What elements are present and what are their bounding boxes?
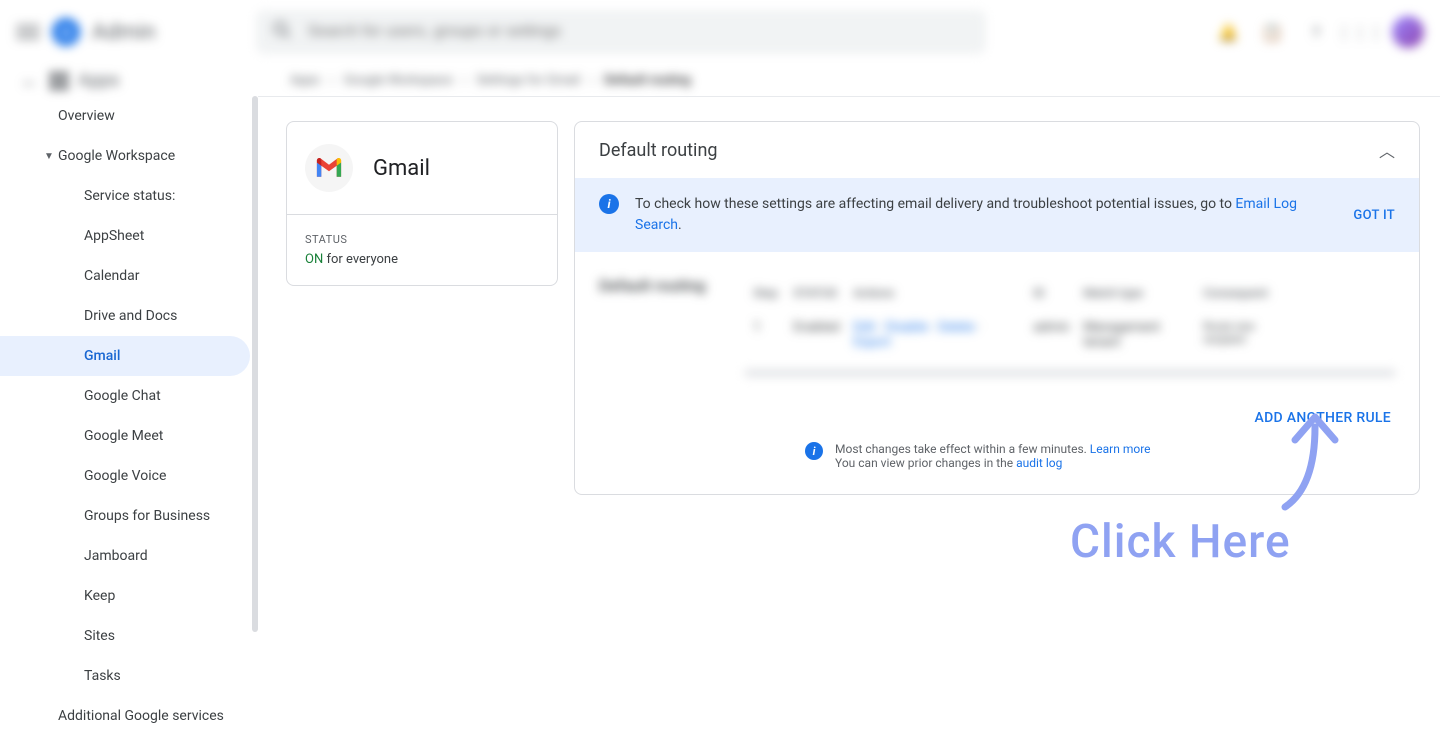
crumb[interactable]: Google Workspace xyxy=(344,73,453,88)
got-it-button[interactable]: GOT IT xyxy=(1353,208,1395,223)
search-input[interactable] xyxy=(308,23,970,41)
table-row[interactable]: 1 Enabled Edit · Disable · Delete · Expo… xyxy=(745,310,1395,360)
panel-title: Default routing xyxy=(599,140,718,161)
admin-logo-icon: ⚙ xyxy=(52,18,80,46)
gmail-icon xyxy=(305,144,353,192)
sidebar-item-groups[interactable]: Groups for Business xyxy=(0,496,250,536)
chevron-up-icon: ︿ xyxy=(1379,138,1395,162)
rules-table: Step STATUS Actions ID Match type Conseq… xyxy=(745,276,1395,376)
product-name: Admin xyxy=(92,20,156,45)
info-icon: i xyxy=(805,442,823,460)
sidebar-item-chat[interactable]: Google Chat xyxy=(0,376,250,416)
status-value: ON for everyone xyxy=(305,252,539,267)
avatar[interactable] xyxy=(1392,16,1424,48)
tasks-icon[interactable]: 📋 xyxy=(1260,20,1284,44)
app-card: Gmail STATUS ON for everyone xyxy=(286,121,558,286)
sidebar-item-keep[interactable]: Keep xyxy=(0,576,250,616)
sidebar-item-calendar[interactable]: Calendar xyxy=(0,256,250,296)
info-banner: i To check how these settings are affect… xyxy=(575,178,1419,252)
settings-panel: Default routing ︿ i To check how these s… xyxy=(574,121,1420,495)
status-label: STATUS xyxy=(305,233,539,246)
caret-down-icon: ▼ xyxy=(44,151,54,162)
topbar: ⚙ Admin 🔔 📋 ? ⋮⋮⋮ xyxy=(0,0,1440,64)
sidebar-item-tasks[interactable]: Tasks xyxy=(0,656,250,696)
app-title: Gmail xyxy=(373,156,430,181)
crumb[interactable]: Apps xyxy=(290,73,320,88)
sidebar: Overview ▼ Google Workspace Service stat… xyxy=(0,96,258,752)
sidebar-item-google-workspace[interactable]: ▼ Google Workspace xyxy=(0,136,250,176)
notifications-icon[interactable]: 🔔 xyxy=(1216,20,1240,44)
sidebar-item-meet[interactable]: Google Meet xyxy=(0,416,250,456)
crumb: Default routing xyxy=(604,73,690,88)
sidebar-item-additional[interactable]: Additional Google services xyxy=(0,696,250,736)
sidebar-item-overview[interactable]: Overview xyxy=(0,96,250,136)
panel-header[interactable]: Default routing ︿ xyxy=(575,122,1419,178)
footer-info: i Most changes take effect within a few … xyxy=(575,434,1419,494)
sidebar-item-drive[interactable]: Drive and Docs xyxy=(0,296,250,336)
help-icon[interactable]: ? xyxy=(1304,20,1328,44)
search-box[interactable] xyxy=(256,10,986,54)
hamburger-menu-icon[interactable] xyxy=(16,20,40,44)
section-label: Default routing xyxy=(599,276,705,376)
sidebar-item-appsheet[interactable]: AppSheet xyxy=(0,216,250,256)
audit-log-link[interactable]: audit log xyxy=(1016,456,1062,470)
rules-area: Default routing Step STATUS Actions ID M… xyxy=(575,252,1419,400)
sidebar-item-sites[interactable]: Sites xyxy=(0,616,250,656)
sidebar-item-jamboard[interactable]: Jamboard xyxy=(0,536,250,576)
search-icon xyxy=(272,20,292,44)
content: Gmail STATUS ON for everyone Default rou… xyxy=(258,96,1440,752)
add-another-rule-button[interactable]: ADD ANOTHER RULE xyxy=(575,400,1419,434)
sidebar-item-service-status[interactable]: Service status: xyxy=(0,176,250,216)
learn-more-link[interactable]: Learn more xyxy=(1090,442,1151,456)
apps-grid-icon[interactable]: ⋮⋮⋮ xyxy=(1348,20,1372,44)
sidebar-item-gmail[interactable]: Gmail xyxy=(0,336,250,376)
main-layout: Overview ▼ Google Workspace Service stat… xyxy=(0,96,1440,752)
crumb[interactable]: Settings for Gmail xyxy=(476,73,580,88)
breadcrumb: Apps › Google Workspace › Settings for G… xyxy=(0,64,1440,96)
sidebar-item-voice[interactable]: Google Voice xyxy=(0,456,250,496)
info-text: To check how these settings are affectin… xyxy=(635,194,1337,236)
info-icon: i xyxy=(599,194,619,214)
